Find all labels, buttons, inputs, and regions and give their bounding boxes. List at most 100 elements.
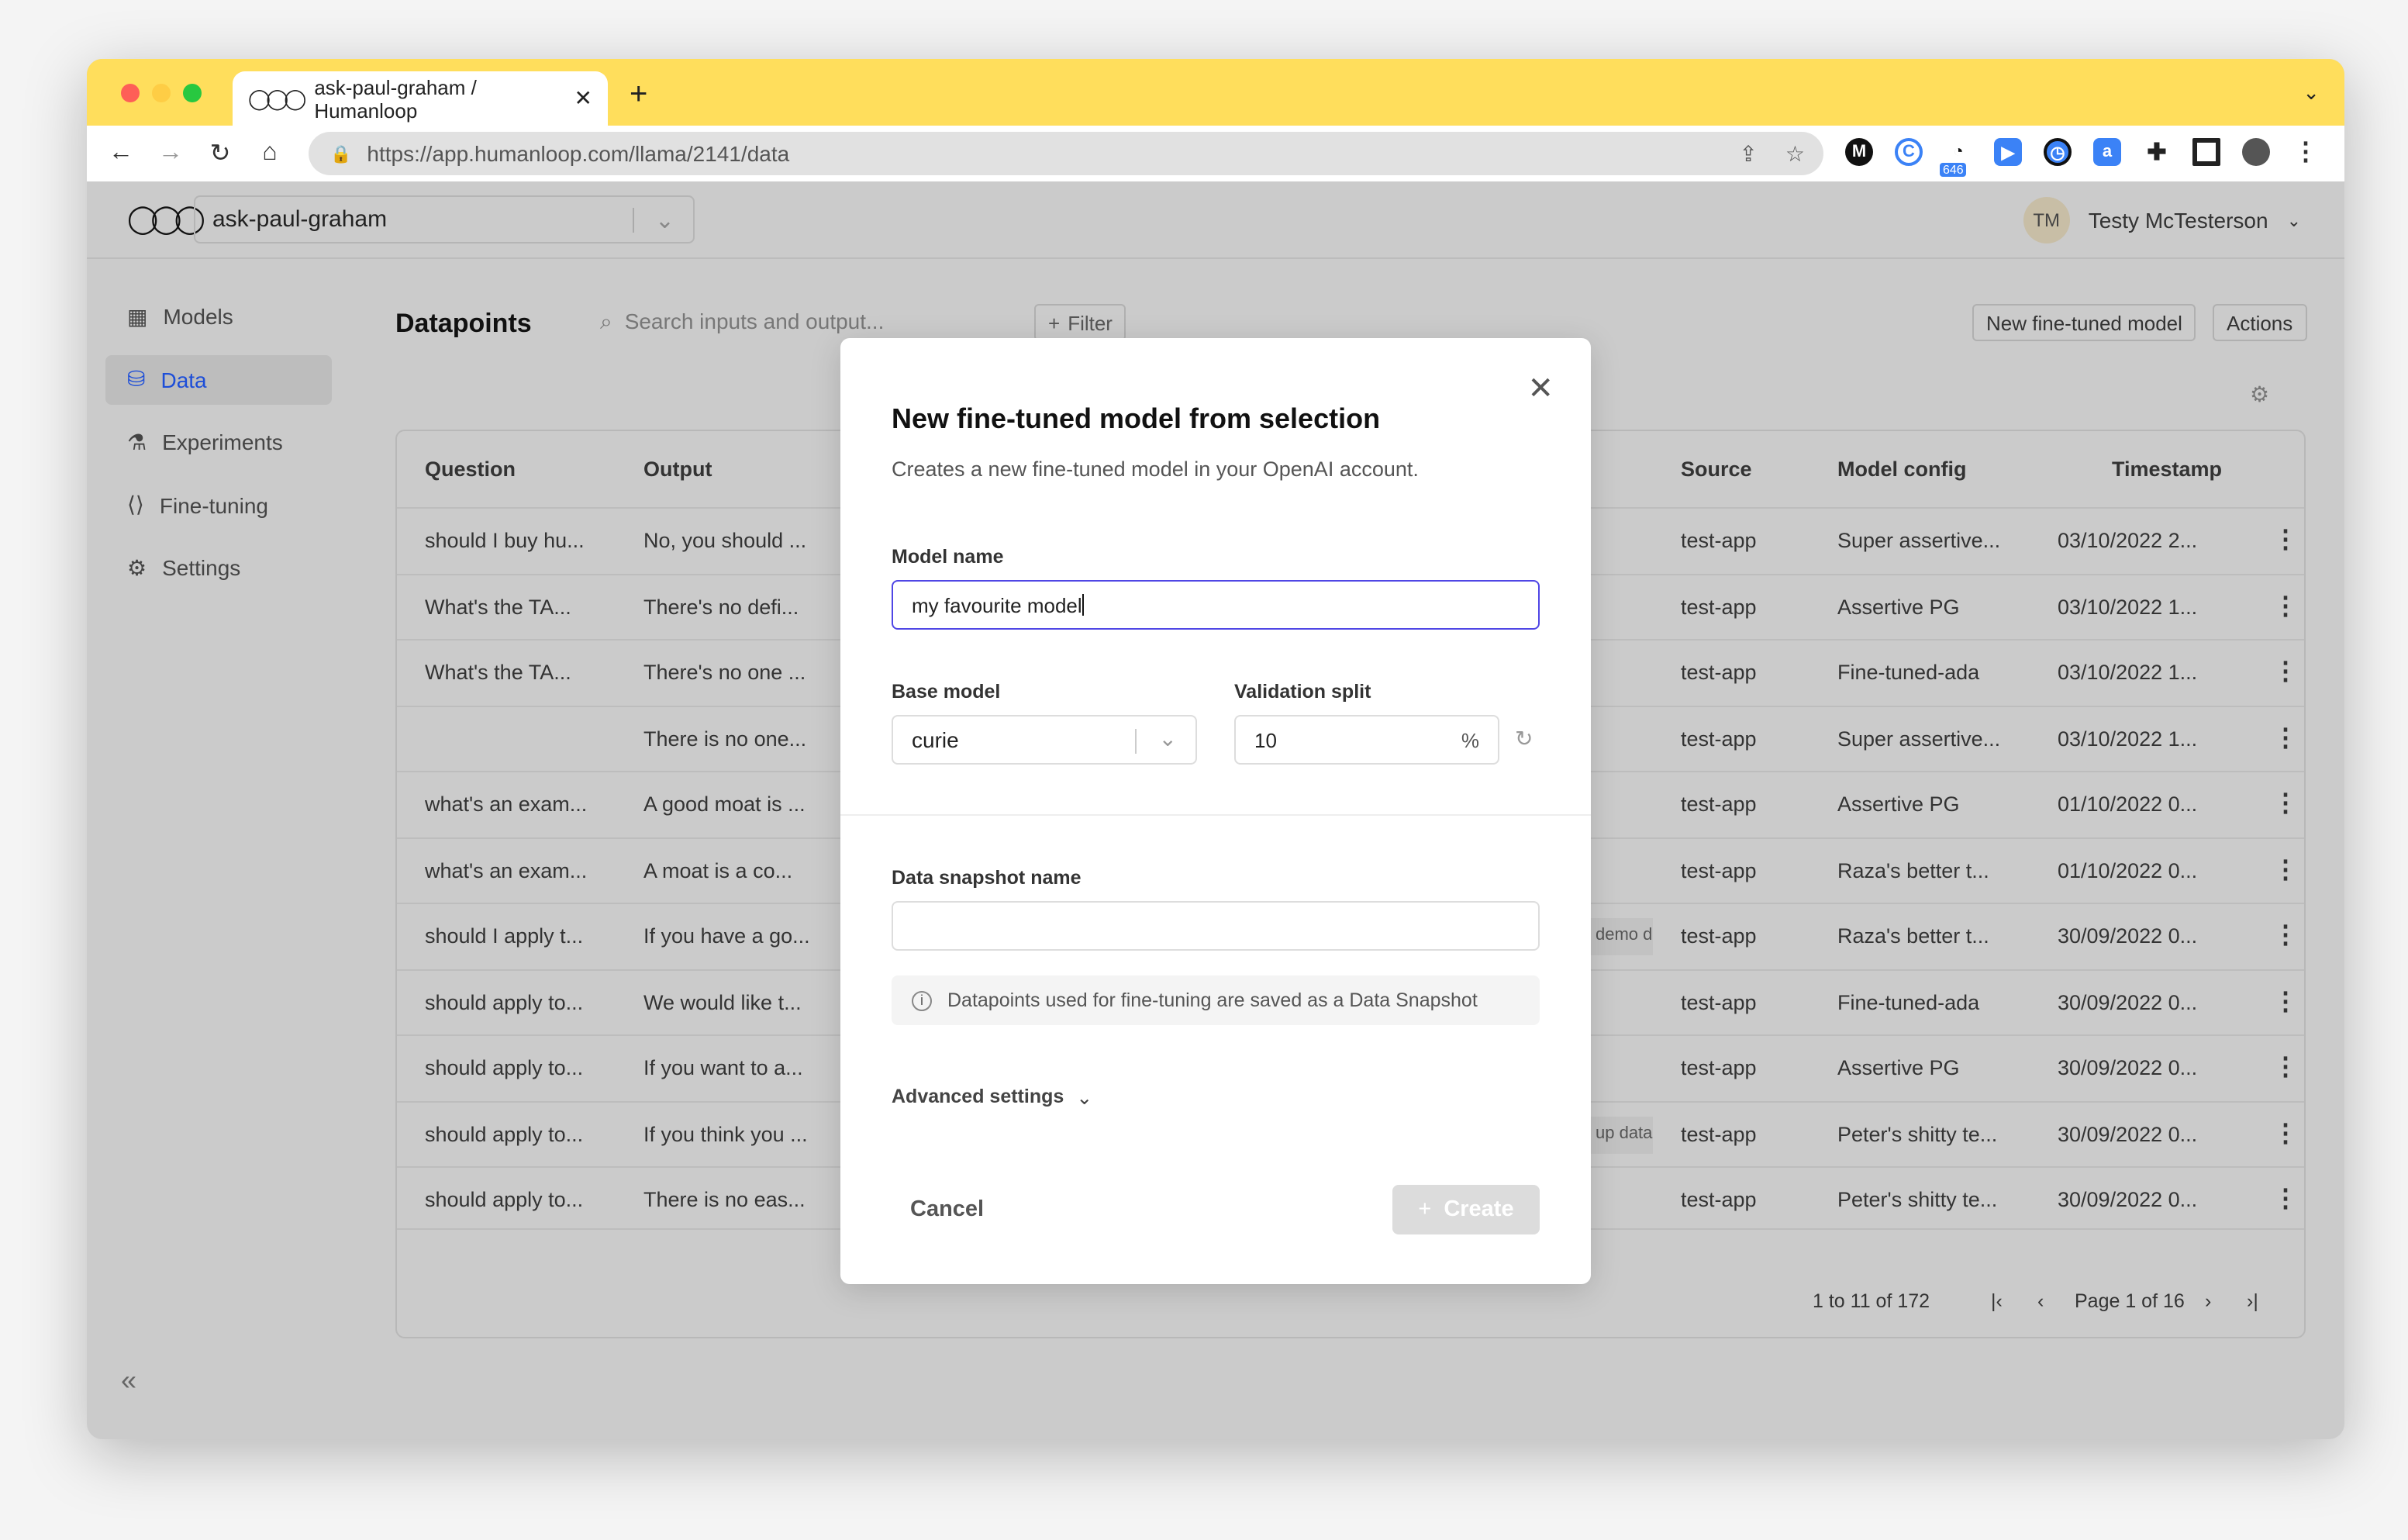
search-input[interactable]: ⌕ Search inputs and output... — [600, 309, 884, 335]
a-extension-icon[interactable]: a — [2093, 138, 2121, 166]
sidebar-item-settings[interactable]: ⚙ Settings — [105, 543, 332, 592]
database-icon: ⛁ — [127, 366, 146, 391]
row-menu-icon[interactable]: ⋮ — [2273, 854, 2298, 885]
collapse-sidebar-icon[interactable]: « — [121, 1365, 136, 1397]
extension-counter-icon[interactable]: ◔ — [1944, 138, 1972, 166]
last-page-icon[interactable]: ›| — [2247, 1290, 2258, 1312]
tab-list-chevron-icon[interactable]: ⌄ — [2303, 81, 2320, 105]
side-panel-icon[interactable] — [2192, 138, 2220, 166]
row-menu-icon[interactable]: ⋮ — [2273, 1051, 2298, 1082]
chevron-down-icon: ⌄ — [1076, 1087, 1093, 1109]
cell-model-config: Fine-tuned-ada — [1837, 990, 1980, 1013]
next-page-icon[interactable]: › — [2205, 1290, 2211, 1312]
cell-tag: demo d — [1591, 918, 1653, 955]
humanloop-logo-icon: ◯◯◯ — [127, 203, 205, 234]
row-menu-icon[interactable]: ⋮ — [2273, 788, 2298, 819]
model-name-label: Model name — [892, 546, 1004, 568]
chevron-down-icon: ⌄ — [654, 208, 674, 234]
info-text: Datapoints used for fine-tuning are save… — [947, 989, 1478, 1011]
create-button[interactable]: + Create — [1392, 1185, 1540, 1234]
cell-model-config: Super assertive... — [1837, 529, 2001, 552]
first-page-icon[interactable]: |‹ — [1991, 1290, 2003, 1312]
info-banner: i Datapoints used for fine-tuning are sav… — [892, 975, 1540, 1025]
close-dialog-icon[interactable]: ✕ — [1527, 369, 1554, 408]
clock-extension-icon[interactable]: ◷ — [2044, 138, 2072, 166]
tab-bar: ◯◯◯ ask-paul-graham / Humanloop ✕ + ⌄ — [87, 59, 2344, 126]
sidebar-item-data[interactable]: ⛁ Data — [105, 354, 332, 404]
cell-model-config: Raza's better t... — [1837, 924, 1989, 948]
previous-page-icon[interactable]: ‹ — [2037, 1290, 2044, 1312]
cell-question: should apply to... — [425, 1188, 584, 1211]
extension-c-icon[interactable]: C — [1895, 138, 1923, 166]
validation-split-value: 10 — [1254, 728, 1277, 751]
column-header-model-config[interactable]: Model config — [1837, 458, 1967, 481]
user-menu[interactable]: TM Testy McTesterson ⌄ — [2023, 197, 2301, 243]
back-icon[interactable]: ← — [96, 140, 146, 167]
row-menu-icon[interactable]: ⋮ — [2273, 722, 2298, 753]
row-menu-icon[interactable]: ⋮ — [2273, 524, 2298, 555]
cell-source: test-app — [1681, 529, 1757, 552]
cell-source: test-app — [1681, 661, 1757, 684]
cell-model-config: Assertive PG — [1837, 1056, 1960, 1079]
url-bar[interactable]: 🔒 https://app.humanloop.com/llama/2141/d… — [309, 132, 1823, 175]
app-header: ◯◯◯ ask-paul-graham ⌄ TM Testy McTesters… — [87, 181, 2344, 259]
filter-button[interactable]: + Filter — [1034, 304, 1126, 341]
search-placeholder: Search inputs and output... — [624, 309, 885, 333]
close-window-button[interactable] — [121, 84, 140, 102]
sidebar-item-experiments[interactable]: ⚗ Experiments — [105, 417, 332, 467]
screen: ◯◯◯ ask-paul-graham / Humanloop ✕ + ⌄ ← … — [0, 0, 2408, 1540]
validation-split-input[interactable]: 10% — [1234, 715, 1499, 765]
cell-question: should I buy hu... — [425, 529, 585, 552]
percent-unit: % — [1461, 728, 1479, 751]
cell-output: If you have a go... — [643, 924, 810, 948]
row-menu-icon[interactable]: ⋮ — [2273, 986, 2298, 1017]
new-tab-button[interactable]: + — [630, 78, 647, 113]
column-header-question[interactable]: Question — [425, 458, 516, 481]
minimize-window-button[interactable] — [152, 84, 171, 102]
sidebar-item-models[interactable]: ▦ Models — [105, 292, 332, 341]
reset-icon[interactable]: ↻ — [1515, 726, 1533, 752]
new-fine-tuned-model-dialog: ✕ New fine-tuned model from selection Cr… — [840, 338, 1591, 1284]
row-menu-icon[interactable]: ⋮ — [2273, 920, 2298, 951]
row-menu-icon[interactable]: ⋮ — [2273, 1183, 2298, 1214]
base-model-select[interactable]: curie ⌄ — [892, 715, 1197, 765]
cancel-button[interactable]: Cancel — [910, 1197, 984, 1222]
forward-icon[interactable]: → — [146, 140, 195, 167]
actions-button[interactable]: Actions — [2213, 304, 2307, 341]
browser-tab[interactable]: ◯◯◯ ask-paul-graham / Humanloop ✕ — [233, 71, 608, 126]
avatar: TM — [2023, 197, 2070, 243]
home-icon[interactable]: ⌂ — [245, 140, 295, 167]
model-name-value: my favourite model — [912, 593, 1082, 616]
maximize-window-button[interactable] — [183, 84, 202, 102]
zoom-extension-icon[interactable]: ▶ — [1994, 138, 2022, 166]
profile-avatar-icon[interactable] — [2242, 138, 2270, 166]
model-name-input[interactable]: my favourite model — [892, 580, 1540, 630]
row-menu-icon[interactable]: ⋮ — [2273, 590, 2298, 621]
table-settings-gear-icon[interactable]: ⚙ — [2250, 382, 2269, 408]
share-icon[interactable]: ⇪ — [1739, 140, 1757, 167]
sidebar-item-fine-tuning[interactable]: ⟨⟩ Fine-tuning — [105, 480, 332, 530]
column-header-source[interactable]: Source — [1681, 458, 1752, 481]
bookmark-star-icon[interactable]: ☆ — [1785, 140, 1805, 167]
project-selector[interactable]: ask-paul-graham ⌄ — [194, 195, 695, 243]
new-fine-tuned-model-button[interactable]: New fine-tuned model — [1972, 304, 2196, 341]
cell-source: test-app — [1681, 924, 1757, 948]
browser-menu-icon[interactable]: ⋮ — [2292, 138, 2320, 166]
puzzle-extensions-icon[interactable]: ✚ — [2143, 138, 2171, 166]
advanced-settings-toggle[interactable]: Advanced settings ⌄ — [892, 1086, 1092, 1109]
close-tab-icon[interactable]: ✕ — [574, 85, 592, 112]
extension-m-icon[interactable]: M — [1845, 138, 1873, 166]
cell-question: What's the TA... — [425, 661, 571, 684]
dialog-title: New fine-tuned model from selection — [892, 403, 1381, 434]
column-header-output[interactable]: Output — [643, 458, 712, 481]
cell-timestamp: 03/10/2022 2... — [2058, 529, 2198, 552]
chevron-down-icon: ⌄ — [1158, 726, 1177, 751]
cell-question: What's the TA... — [425, 595, 571, 618]
row-menu-icon[interactable]: ⋮ — [2273, 1117, 2298, 1148]
snapshot-name-input[interactable] — [892, 901, 1540, 951]
column-header-timestamp[interactable]: Timestamp — [2112, 458, 2222, 481]
reload-icon[interactable]: ↻ — [195, 138, 245, 169]
project-name: ask-paul-graham — [212, 206, 388, 233]
row-menu-icon[interactable]: ⋮ — [2273, 656, 2298, 687]
advanced-settings-label: Advanced settings — [892, 1086, 1064, 1107]
